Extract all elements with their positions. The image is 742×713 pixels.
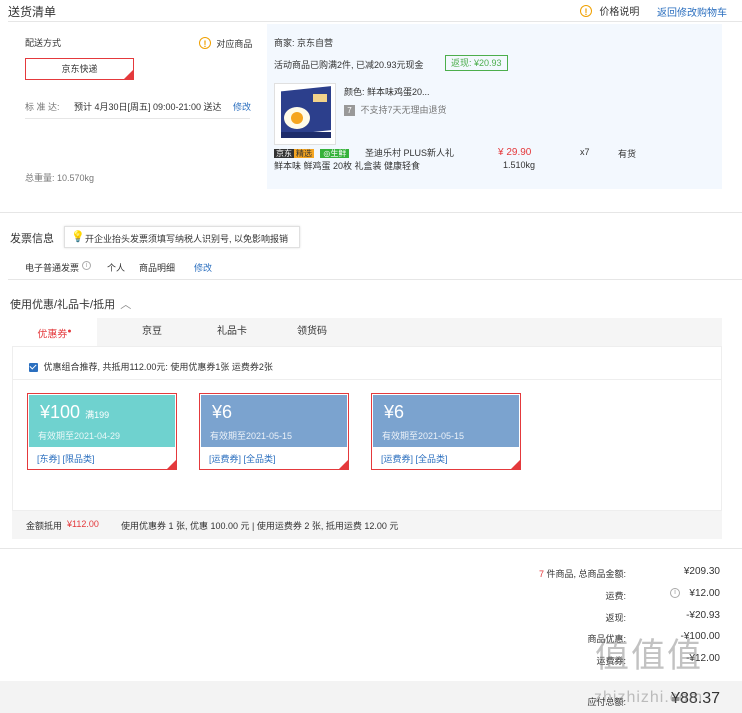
coupon-tags: [运费券] [全品类]: [209, 454, 276, 464]
selected-check-icon: [339, 460, 348, 469]
discount-tabs: 优惠券● 京豆 礼品卡 领货码: [12, 318, 722, 346]
standard-label: 标 准 达:: [25, 102, 60, 112]
summary-amount: ¥112.00: [67, 519, 99, 529]
coupon-amount: ¥6: [384, 402, 405, 422]
selected-check-icon: [124, 70, 133, 79]
lightbulb-icon: 💡: [71, 231, 85, 243]
watermark-logo: 值值值: [595, 636, 703, 676]
tag-jd: 京东: [274, 149, 294, 158]
watermark-url: zhizhizhi.com: [594, 689, 704, 706]
tab-giftcard[interactable]: 礼品卡: [202, 318, 262, 346]
delivery-method-option[interactable]: 京东快递: [25, 58, 134, 80]
merchant-label: 商家: 京东自营: [274, 38, 334, 48]
tag-jingxuan: 精选: [294, 149, 314, 158]
warning-icon: !: [580, 5, 592, 17]
coupon-card[interactable]: ¥6 有效期至2021-05-15 [运费券] [全品类]: [371, 393, 521, 470]
header-divider: [8, 21, 742, 22]
chevron-up-icon: ︿: [120, 299, 132, 311]
summary-label: 金额抵用: [26, 521, 63, 531]
goods-amount: ¥209.30: [683, 566, 720, 577]
invoice-holder: 个人: [107, 263, 126, 273]
info-icon[interactable]: i: [82, 261, 91, 270]
tab-coupons[interactable]: 优惠券●: [12, 318, 97, 346]
return-badge: 返现: ¥20.93: [445, 55, 508, 71]
coupon-card[interactable]: ¥100 满199 有效期至2021-04-29 [东券] [限品类]: [27, 393, 177, 470]
coupon-tags: [运费券] [全品类]: [381, 454, 448, 464]
tab-jingdou[interactable]: 京豆: [122, 318, 182, 346]
invoice-type: 电子普通发票: [25, 263, 80, 273]
shipping-label: 运费:: [605, 591, 626, 601]
selected-check-icon: [511, 460, 520, 469]
product-thumbnail[interactable]: [274, 83, 336, 145]
invoice-title: 发票信息: [10, 233, 54, 245]
product-qty: x7: [580, 147, 590, 157]
invoice-edit-link[interactable]: 修改: [194, 261, 212, 274]
promo-text: 活动商品已购满2件, 已减20.93元现金: [274, 60, 424, 70]
price-note-link[interactable]: ! 价格说明: [580, 3, 639, 18]
product-title-line1[interactable]: 圣迪乐村 PLUS新人礼: [365, 146, 454, 159]
product-color: 颜色: 鲜本味鸡蛋20...: [344, 87, 430, 97]
discount-title-label: 使用优惠/礼品卡/抵用: [10, 299, 116, 311]
goods-count: 7: [538, 569, 544, 579]
goods-count-label: 7 件商品, 总商品金额:: [538, 569, 626, 579]
delivery-label: 配送方式: [25, 38, 62, 48]
product-weight: 1.510kg: [503, 160, 536, 170]
discount-title[interactable]: 使用优惠/礼品卡/抵用 ︿: [10, 296, 131, 312]
coupon-card[interactable]: ¥6 有效期至2021-05-15 [运费券] [全品类]: [199, 393, 349, 470]
invoice-tip: 💡 开企业抬头发票须填写纳税人识别号, 以免影响报销: [64, 226, 300, 248]
delivery-edit-link[interactable]: 修改: [233, 100, 251, 113]
egg-box-image: [275, 84, 335, 144]
supported-goods-link[interactable]: ! 对应商品: [199, 36, 252, 50]
supported-goods-label: 对应商品: [216, 39, 253, 49]
coupon-divider: [13, 379, 721, 380]
delivery-method-label: 京东快递: [61, 64, 98, 74]
invoice-tip-text: 开企业抬头发票须填写纳税人识别号, 以免影响报销: [85, 234, 289, 244]
no-return-label: 不支持7天无理由退货: [360, 105, 447, 115]
seven-days-icon: 7: [344, 105, 355, 116]
discount-summary: 金额抵用 ¥112.00 使用优惠券 1 张, 优惠 100.00 元 | 使用…: [12, 511, 722, 539]
product-stock: 有货: [618, 149, 637, 159]
selected-check-icon: [167, 460, 176, 469]
product-tags: 京东 精选 ◎生鲜: [274, 145, 350, 159]
coupon-expire: 有效期至2021-04-29: [38, 431, 121, 441]
coupon-expire: 有效期至2021-05-15: [210, 431, 293, 441]
recommend-label: 优惠组合推荐, 共抵用112.00元: 使用优惠券1张 运费券2张: [43, 362, 273, 372]
back-to-cart-link[interactable]: 返回修改购物车: [657, 4, 727, 19]
total-weight: 总重量: 10.570kg: [25, 173, 95, 183]
coupon-amount: ¥100 满199: [40, 402, 110, 422]
dot-icon: ●: [67, 328, 72, 335]
page-title: 送货清单: [8, 5, 57, 19]
tab-pickup-code[interactable]: 领货码: [282, 318, 342, 346]
summary-detail: 使用优惠券 1 张, 优惠 100.00 元 | 使用运费券 2 张, 抵用运费…: [121, 521, 399, 531]
section-divider: [0, 212, 742, 213]
info-icon[interactable]: i: [670, 588, 680, 598]
checkbox-checked-icon[interactable]: [29, 363, 38, 373]
coupon-tags: [东券] [限品类]: [37, 454, 95, 464]
coupon-amount: ¥6: [212, 402, 233, 422]
section-divider: [8, 279, 742, 280]
recommend-row[interactable]: 优惠组合推荐, 共抵用112.00元: 使用优惠券1张 运费券2张: [29, 360, 273, 373]
tab-label: 优惠券: [37, 329, 68, 341]
cashback-amount: -¥20.93: [686, 610, 720, 621]
coupon-expire: 有效期至2021-05-15: [382, 431, 465, 441]
price-note-label: 价格说明: [599, 7, 640, 18]
cashback-label: 返现:: [605, 613, 626, 623]
standard-time: 预计 4月30日[周五] 09:00-21:00 送达: [74, 102, 222, 112]
section-divider: [0, 548, 742, 549]
product-title-line2[interactable]: 鲜本味 鲜鸡蛋 20枚 礼盒装 健康轻食: [274, 159, 420, 172]
product-price: ¥ 29.90: [498, 147, 532, 158]
delivery-divider: [25, 118, 250, 119]
no-return-note: 7 不支持7天无理由退货: [344, 103, 447, 116]
tag-fresh: ◎生鲜: [320, 149, 350, 158]
invoice-content: 商品明细: [139, 263, 176, 273]
warning-icon: !: [199, 37, 211, 49]
shipping-amount: ¥12.00: [689, 588, 720, 599]
